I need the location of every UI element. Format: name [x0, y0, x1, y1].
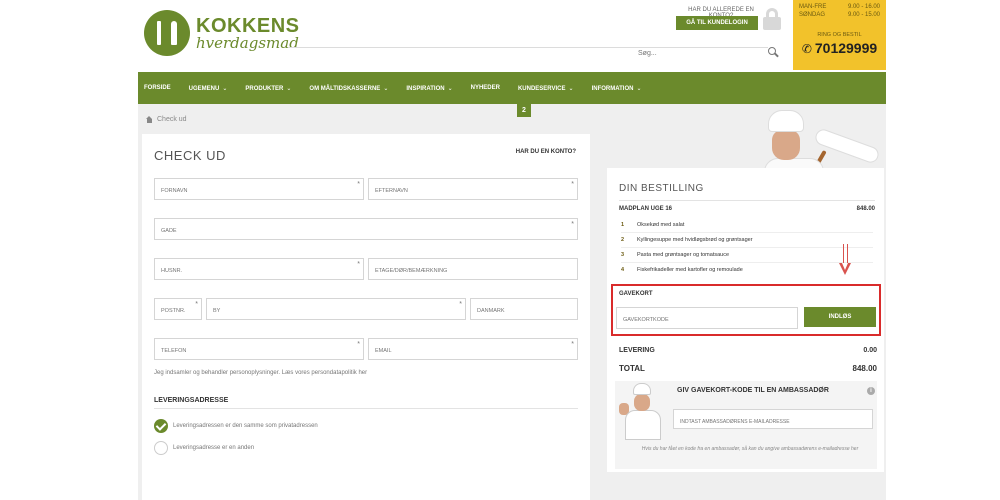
list-item: 2 Kyllingesuppe med hvidløgsbrød og grønt… [621, 237, 753, 243]
nav-item-information[interactable]: INFORMATION ⌄ [592, 85, 642, 92]
country-field[interactable] [470, 298, 578, 321]
privacy-notice[interactable]: Jeg indsamler og behandler personoplysni… [154, 370, 367, 376]
site-logo[interactable]: KOKKENS hverdagsmad [144, 10, 300, 56]
postal-code-field[interactable]: * [154, 298, 202, 321]
has-account-link[interactable]: HAR DU EN KONTO? [516, 149, 576, 155]
page-title: CHECK UD [154, 148, 226, 163]
site-header: KOKKENS hverdagsmad HAR DU ALLEREDE EN K… [138, 0, 886, 72]
phone-icon: ✆ [801, 42, 812, 56]
section-divider [154, 408, 578, 409]
meal-plan-row: MADPLAN UGE 16 848.00 [619, 206, 875, 212]
lock-icon [762, 8, 782, 30]
delivery-same-label: Leveringsadressen er den samme som priva… [173, 423, 318, 429]
info-icon[interactable]: i [867, 387, 875, 395]
delivery-cost-row: LEVERING 0.00 [619, 347, 877, 354]
chevron-down-icon: ⌄ [447, 85, 453, 92]
phone-label: RING OG BESTIL [817, 32, 862, 38]
nav-item-kundeservice[interactable]: KUNDESERVICE ⌄ [518, 85, 574, 92]
chevron-down-icon: ⌄ [222, 85, 228, 92]
ambassador-title: GIV GAVEKORT-KODE TIL EN AMBASSADØR [677, 387, 829, 394]
logo-main-text: KOKKENS [196, 14, 300, 37]
nav-item-nyheder[interactable]: NYHEDER [471, 85, 500, 91]
chef-thumbs-up-illustration [619, 383, 667, 443]
phone-number[interactable]: ✆ 70129999 [793, 40, 886, 56]
main-navigation: FORSIDE UGEMENU ⌄ PRODUKTER ⌄ OM MÅLTIDSKA… [138, 72, 886, 104]
delivery-address-title: LEVERINGSADRESSE [154, 397, 229, 404]
order-title: DIN BESTILLING [619, 183, 704, 194]
giftcard-label: GAVEKORT [619, 291, 653, 297]
phone-box: MAN-FRE 9.00 - 16.00 SØNDAG 9.00 - 15.00 R… [793, 0, 886, 70]
cart-count-badge[interactable]: 2 [517, 103, 531, 117]
delivery-same-radio[interactable] [154, 419, 168, 433]
chevron-down-icon: ⌄ [568, 85, 574, 92]
house-number-field[interactable]: * [154, 258, 364, 281]
checkout-form: CHECK UD HAR DU EN KONTO? * * * * * * * … [142, 134, 590, 500]
list-item: 4 Fiskefrikadeller med kartofler og remou… [621, 267, 743, 273]
home-icon[interactable] [146, 116, 153, 123]
ambassador-email-input[interactable] [673, 409, 873, 431]
customer-login-button[interactable]: GÅ TIL KUNDELOGIN [676, 16, 758, 30]
nav-item-ugemenu[interactable]: UGEMENU ⌄ [189, 85, 228, 92]
total-row: TOTAL 848.00 [619, 364, 877, 373]
list-item: 3 Pasta med grøntsager og tomatsauce [621, 252, 730, 258]
floor-door-field[interactable] [368, 258, 578, 281]
chevron-down-icon: ⌄ [286, 85, 292, 92]
annotation-arrow-icon [839, 244, 853, 278]
delivery-other-label: Leveringsadresse er en anden [173, 445, 255, 451]
nav-item-forside[interactable]: FORSIDE [144, 85, 171, 91]
redeem-giftcard-button[interactable]: INDLØS [804, 307, 876, 327]
email-field[interactable]: * [368, 338, 578, 361]
nav-item-inspiration[interactable]: INSPIRATION ⌄ [406, 85, 452, 92]
logo-cutlery-icon [144, 10, 190, 56]
order-divider [619, 200, 875, 201]
firstname-field[interactable]: * [154, 178, 364, 201]
chevron-down-icon: ⌄ [636, 85, 642, 92]
phone-field[interactable]: * [154, 338, 364, 361]
city-field[interactable]: * [206, 298, 466, 321]
list-item: 1 Oksekød med salat [621, 222, 685, 228]
nav-item-om-maltidskasserne[interactable]: OM MÅLTIDSKASSERNE ⌄ [309, 85, 388, 92]
search-input[interactable] [638, 44, 788, 62]
delivery-other-radio[interactable] [154, 441, 168, 455]
lastname-field[interactable]: * [368, 178, 578, 201]
nav-item-produkter[interactable]: PRODUKTER ⌄ [245, 85, 291, 92]
breadcrumb: Check ud [146, 116, 187, 123]
breadcrumb-current: Check ud [157, 116, 187, 123]
chevron-down-icon: ⌄ [383, 85, 389, 92]
logo-sub-text: hverdagsmad [196, 33, 299, 52]
ambassador-note: Hvis du har fået en kode fra en ambassad… [641, 446, 859, 452]
opening-hours: MAN-FRE 9.00 - 16.00 SØNDAG 9.00 - 15.00 [799, 4, 880, 18]
giftcard-code-input[interactable] [616, 307, 798, 330]
search-icon[interactable] [768, 47, 779, 58]
street-field[interactable]: * [154, 218, 578, 241]
ambassador-section: GIV GAVEKORT-KODE TIL EN AMBASSADØR i Hv… [615, 381, 877, 469]
